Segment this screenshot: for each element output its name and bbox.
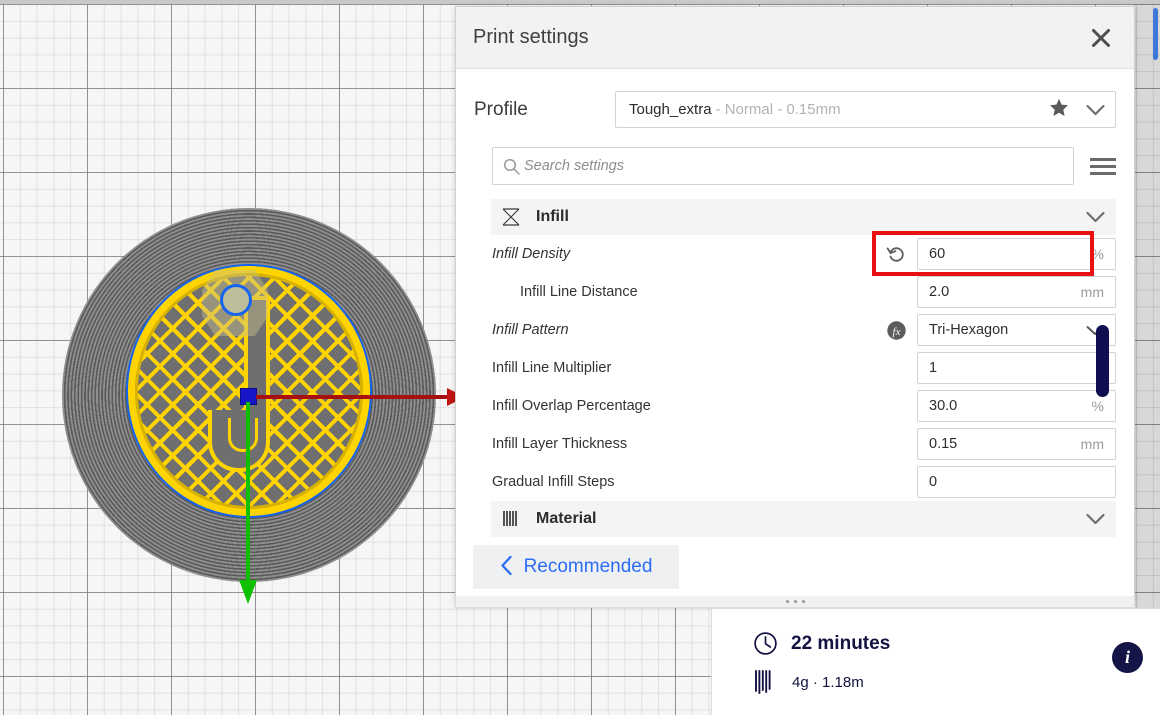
revert-icon[interactable]	[881, 244, 911, 264]
setting-unit: %	[1092, 246, 1104, 262]
y-axis-arrowhead-icon[interactable]	[239, 580, 257, 604]
setting-row-infill-layer-thickness[interactable]: Infill Layer Thickness 0.15 mm	[492, 425, 1116, 463]
print-time-value: 22 minutes	[791, 633, 890, 655]
x-axis-arrow[interactable]	[256, 395, 451, 399]
setting-label: Infill Line Distance	[492, 284, 638, 300]
category-header-material[interactable]: Material	[491, 501, 1116, 537]
profile-label: Profile	[474, 99, 615, 121]
setting-value: 1	[929, 360, 937, 376]
setting-value: 2.0	[929, 284, 949, 300]
setting-value-field[interactable]: 30.0 %	[917, 390, 1116, 422]
setting-value-field[interactable]: 2.0 mm	[917, 276, 1116, 308]
print-settings-dialog: Print settings Profile Tough_extra - Nor…	[455, 6, 1135, 606]
print-job-status-card: 22 minutes 4g · 1.18m i	[711, 608, 1160, 715]
close-icon[interactable]	[1084, 21, 1118, 55]
setting-label: Infill Density	[492, 246, 570, 262]
search-row	[456, 128, 1134, 185]
setting-label: Gradual Infill Steps	[492, 474, 615, 490]
category-header-infill[interactable]: Infill	[491, 199, 1116, 235]
setting-value-field[interactable]: 0	[917, 466, 1116, 498]
setting-value: Tri-Hexagon	[929, 322, 1008, 338]
setting-row-infill-density[interactable]: Infill Density 60 %	[492, 235, 1116, 273]
profile-variant: - Normal - 0.15mm	[716, 101, 841, 118]
settings-list[interactable]: Infill Infill Density 60	[456, 199, 1134, 537]
material-icon	[500, 508, 522, 530]
settings-list-inner: Infill Infill Density 60	[492, 199, 1116, 537]
letter-j-hook-inner	[228, 418, 258, 452]
recommended-button[interactable]: Recommended	[473, 545, 679, 589]
letter-j-hook	[208, 410, 270, 472]
material-usage-value: 4g · 1.18m	[792, 674, 864, 691]
settings-scrollbar-thumb[interactable]	[1096, 325, 1109, 397]
svg-text:fx: fx	[892, 326, 900, 338]
y-axis-arrow[interactable]	[246, 402, 250, 584]
setting-row-gradual-infill-steps[interactable]: Gradual Infill Steps 0	[492, 463, 1116, 501]
infill-icon	[500, 206, 522, 228]
info-badge-label: i	[1125, 647, 1130, 668]
function-icon[interactable]: fx	[881, 320, 911, 341]
setting-label: Infill Layer Thickness	[492, 436, 627, 452]
viewport-top-edge	[0, 0, 1160, 4]
setting-value-field[interactable]: Tri-Hexagon	[917, 314, 1116, 346]
profile-row: Profile Tough_extra - Normal - 0.15mm	[456, 69, 1134, 128]
filament-icon	[753, 669, 783, 695]
dialog-titlebar[interactable]: Print settings	[456, 7, 1134, 69]
setting-value: 60	[929, 246, 945, 262]
recommended-label: Recommended	[524, 556, 653, 578]
hamburger-menu-icon[interactable]	[1090, 158, 1116, 175]
search-icon	[503, 158, 520, 175]
info-icon[interactable]: i	[1112, 642, 1143, 673]
setting-value-field[interactable]: 0.15 mm	[917, 428, 1116, 460]
chevron-down-icon[interactable]	[1086, 211, 1105, 223]
setting-value: 30.0	[929, 398, 957, 414]
setting-row-infill-line-distance[interactable]: Infill Line Distance 2.0 mm	[492, 273, 1116, 311]
sliced-model-preview[interactable]	[62, 208, 436, 582]
setting-unit: %	[1092, 398, 1104, 414]
setting-value-field[interactable]: 60 %	[917, 238, 1116, 270]
dialog-title: Print settings	[473, 26, 589, 49]
setting-value-field[interactable]: 1	[917, 352, 1116, 384]
viewport-right-slider[interactable]	[1153, 8, 1158, 60]
setting-label: Infill Line Multiplier	[492, 360, 611, 376]
setting-row-infill-overlap-percentage[interactable]: Infill Overlap Percentage 30.0 %	[492, 387, 1116, 425]
clock-icon	[753, 631, 783, 656]
setting-row-infill-line-multiplier[interactable]: Infill Line Multiplier 1	[492, 349, 1116, 387]
chevron-down-icon[interactable]	[1086, 104, 1105, 116]
setting-row-infill-pattern[interactable]: Infill Pattern fx Tri-Hexagon	[492, 311, 1116, 349]
search-field-wrapper[interactable]	[492, 147, 1074, 185]
star-icon[interactable]	[1049, 98, 1069, 121]
setting-value: 0.15	[929, 436, 957, 452]
profile-selector[interactable]: Tough_extra - Normal - 0.15mm	[615, 91, 1116, 128]
search-input[interactable]	[524, 158, 1063, 174]
profile-name: Tough_extra	[629, 101, 712, 118]
category-name: Infill	[536, 208, 569, 226]
setting-value: 0	[929, 474, 937, 490]
category-name: Material	[536, 510, 596, 528]
dialog-footer: Recommended	[456, 537, 1134, 605]
setting-unit: mm	[1081, 436, 1104, 452]
setting-unit: mm	[1081, 284, 1104, 300]
print-time-row: 22 minutes	[753, 631, 1160, 656]
material-usage-row: 4g · 1.18m	[753, 669, 1160, 695]
dialog-resize-grip[interactable]	[455, 596, 1135, 608]
nozzle-ghost-icon	[202, 270, 268, 336]
chevron-down-icon[interactable]	[1086, 513, 1105, 525]
chevron-left-icon	[500, 555, 513, 580]
setting-label: Infill Pattern	[492, 322, 569, 338]
setting-label: Infill Overlap Percentage	[492, 398, 651, 414]
